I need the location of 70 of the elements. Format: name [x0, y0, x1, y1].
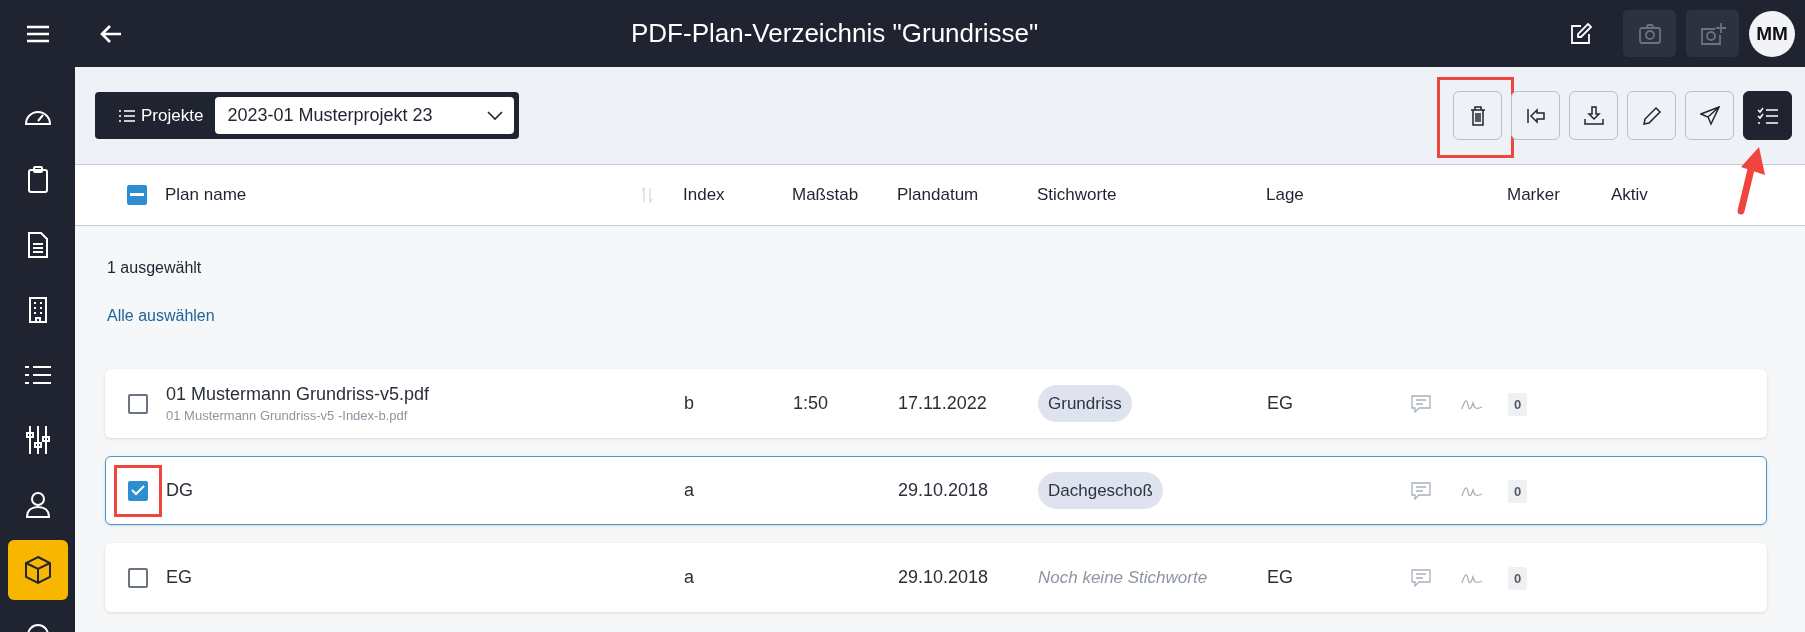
column-header[interactable]: Marker	[1507, 185, 1611, 205]
pencil-icon	[1641, 105, 1662, 126]
row-checkbox[interactable]	[128, 567, 148, 588]
date-cell: 29.10.2018	[898, 480, 989, 500]
building-icon	[26, 296, 49, 324]
user-avatar[interactable]: MM	[1749, 10, 1795, 57]
column-header[interactable]: Aktiv	[1611, 185, 1767, 205]
column-header[interactable]: Plan name	[165, 185, 247, 205]
location-cell: EG	[1267, 567, 1293, 587]
marker-count: 0	[1508, 392, 1528, 416]
person-icon	[24, 491, 51, 519]
plan-name: EG	[166, 567, 193, 588]
list-icon	[119, 108, 135, 123]
import-button[interactable]	[1511, 91, 1560, 140]
selection-count: 1 ausgewählt	[107, 259, 203, 277]
plan-name: DG	[166, 480, 194, 501]
column-header[interactable]: Maßstab	[792, 185, 897, 205]
delete-button[interactable]	[1453, 91, 1502, 140]
index-cell: a	[684, 480, 694, 500]
add-photo-button[interactable]	[1686, 10, 1739, 57]
chevron-down-icon	[487, 110, 504, 121]
marker-count: 0	[1508, 566, 1528, 590]
send-button[interactable]	[1685, 91, 1734, 140]
sidebar-item[interactable]	[7, 540, 68, 600]
column-header[interactable]: Index	[683, 185, 792, 205]
marker-count: 0	[1508, 479, 1528, 503]
arrow-to-line-icon	[1525, 106, 1546, 125]
date-cell: 29.10.2018	[898, 567, 989, 587]
plan-row[interactable]: 01 Mustermann Grundriss-v5.pdf 01 Mustermann Grundriss-v5 -Index-b.pdf b 1:50 17.11.2022 Grundriss EG 0	[105, 369, 1767, 438]
page-title: PDF-Plan-Verzeichnis "Grundrisse"	[631, 18, 1039, 49]
column-header[interactable]: Stichworte	[1037, 185, 1266, 205]
camera-button[interactable]	[1623, 10, 1676, 57]
project-dropdown[interactable]: 2023-01 Musterprojekt 23	[215, 97, 515, 134]
column-header[interactable]: Lage	[1266, 185, 1405, 205]
camera-icon	[1637, 22, 1662, 45]
index-cell: a	[684, 567, 694, 587]
camera-plus-icon	[1698, 21, 1727, 46]
plan-row[interactable]: EG a 29.10.2018 Noch keine Stichworte EG 0	[105, 543, 1767, 612]
projects-label: Projekte	[141, 105, 204, 126]
edit-icon	[1569, 21, 1593, 46]
menu-icon	[25, 23, 50, 44]
paper-plane-icon	[1699, 105, 1720, 126]
checkmark-icon	[131, 485, 145, 496]
minus-icon	[130, 193, 144, 197]
date-cell: 17.11.2022	[898, 393, 987, 413]
plan-row[interactable]: DG a 29.10.2018 Dachgeschoß 0	[105, 456, 1767, 525]
tag: Dachgeschoß	[1038, 471, 1163, 509]
index-cell: b	[684, 393, 694, 413]
download-button[interactable]	[1569, 91, 1618, 140]
file-name: 01 Mustermann Grundriss-v5 -Index-b.pdf	[166, 408, 409, 423]
location-cell: EG	[1267, 393, 1293, 413]
cube-icon	[22, 555, 53, 585]
back-arrow-icon	[99, 23, 123, 44]
row-checkbox[interactable]	[128, 480, 148, 501]
trash-icon	[1469, 105, 1486, 126]
checklist-icon	[1756, 106, 1779, 125]
row-checkbox[interactable]	[128, 393, 148, 414]
plan-name: 01 Mustermann Grundriss-v5.pdf	[166, 384, 431, 405]
sliders-icon	[24, 425, 51, 455]
tag: Grundriss	[1038, 384, 1132, 422]
document-icon	[26, 231, 49, 259]
select-all-checkbox[interactable]	[127, 185, 147, 205]
download-icon	[1583, 105, 1604, 126]
list-icon	[23, 364, 52, 386]
column-header[interactable]: Plandatum	[897, 185, 1037, 205]
select-all-link[interactable]: Alle auswählen	[107, 307, 215, 325]
clipboard-icon	[26, 166, 49, 194]
empty-tags-text: Noch keine Stichworte	[1038, 567, 1208, 587]
checklist-button[interactable]	[1743, 91, 1792, 140]
scale-cell: 1:50	[793, 393, 829, 413]
